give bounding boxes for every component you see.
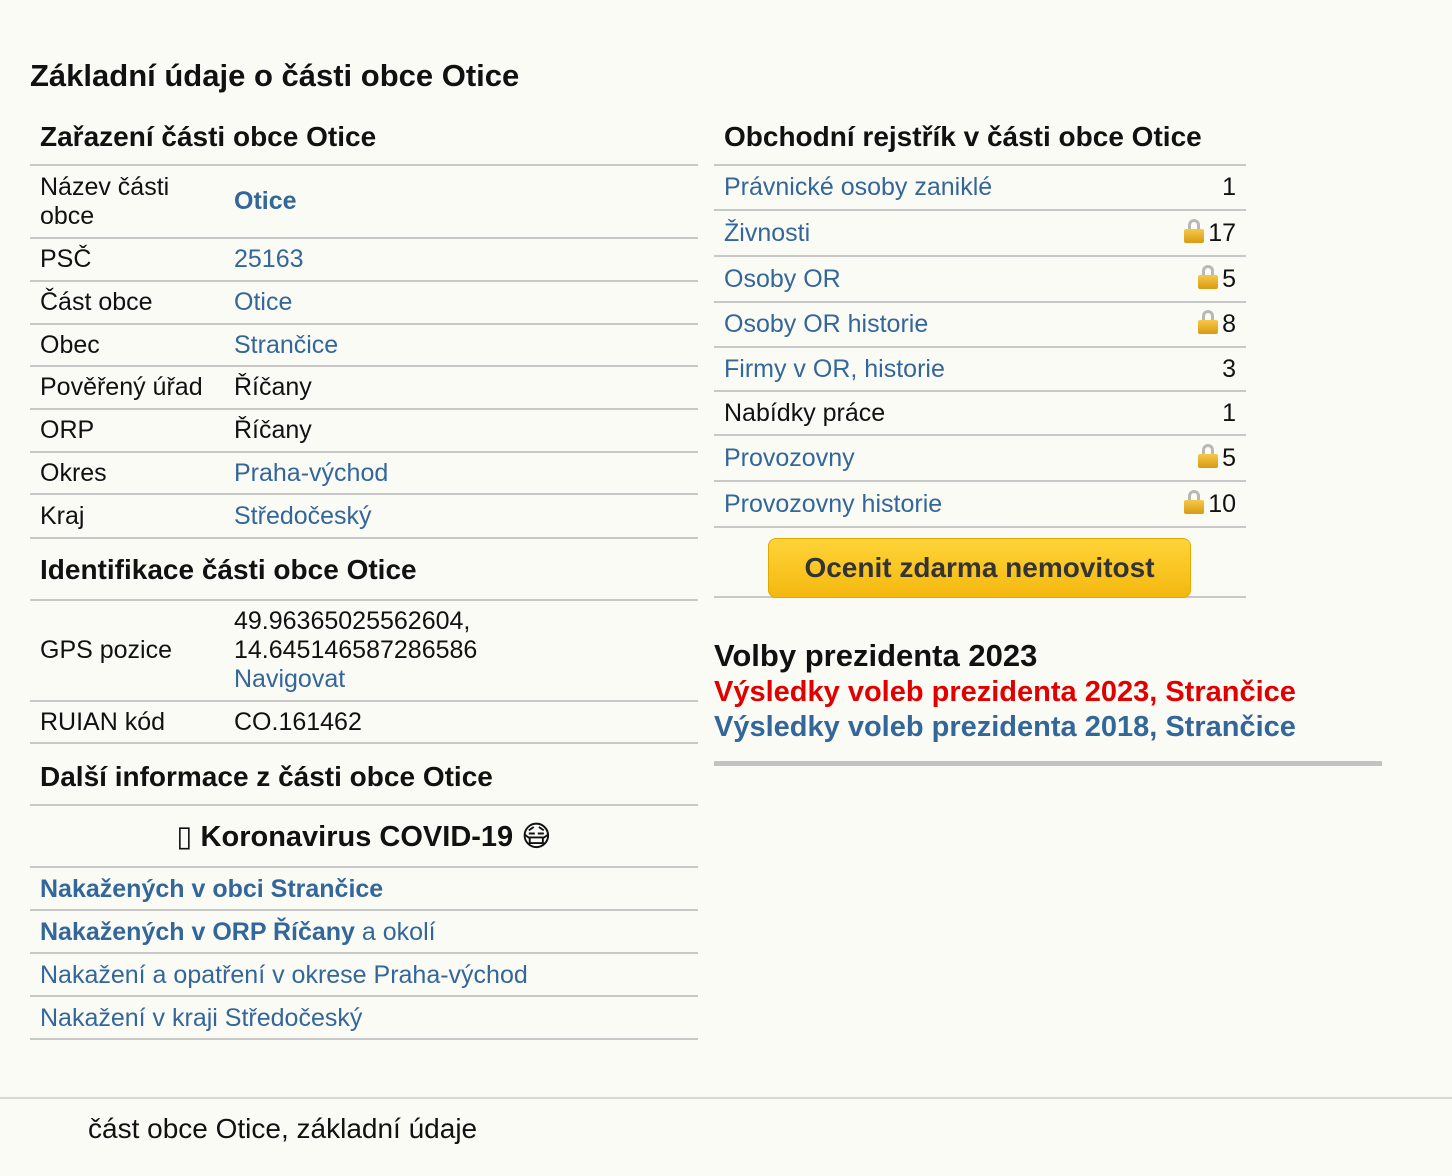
row-key: Okres [30,452,224,495]
covid-heading: ▯ Koronavirus COVID-19 😷 [30,806,698,868]
row-key: Kraj [30,494,224,539]
button-container: Ocenit zdarma nemovitost [714,528,1246,598]
table-row: Osoby OR historie 8 [714,302,1246,348]
table-row: Okres Praha-východ [30,452,698,495]
table-row: RUIAN kód CO.161462 [30,701,698,744]
table-row: Obec Strančice [30,324,698,367]
row-key: Část obce [30,281,224,325]
row-count: 3 [1139,347,1246,392]
left-column: Zařazení části obce Otice Název části ob… [30,110,698,1040]
rejstrik-heading: Obchodní rejstřík v části obce Otice [714,110,1246,166]
volby-2018-link[interactable]: Výsledky voleb prezidenta 2018, Strančic… [714,710,1382,744]
row-key: Obec [30,324,224,367]
identifikace-heading: Identifikace části obce Otice [30,539,698,601]
list-item: Nakažení v kraji Středočeský [30,997,698,1040]
gps-lon: 14.645146587286586 [234,636,478,664]
osoby-or-historie-link[interactable]: Osoby OR historie [724,310,928,338]
gps-lat: 49.96365025562604, [234,607,471,635]
rejstrik-table: Právnické osoby zaniklé 1 Živnosti 17 Os… [714,166,1246,528]
nazev-casti-link[interactable]: Otice [234,187,297,215]
identifikace-table: GPS pozice 49.96365025562604, 14.6451465… [30,601,698,744]
lock-icon [1184,489,1205,514]
kraj-link[interactable]: Středočeský [234,502,372,530]
covid-obec-link[interactable]: Nakažených v obci Strančice [40,875,383,903]
lock-icon [1198,264,1219,289]
page-title: Základní údaje o části obce Otice [30,58,520,93]
mask-face-icon: 😷 [521,821,552,853]
footer-divider [0,1097,1452,1099]
covid-okres-link[interactable]: Nakažení a opatření v okrese Praha-výcho… [40,961,528,989]
table-row: Provozovny 5 [714,435,1246,482]
provozovny-historie-link[interactable]: Provozovny historie [724,490,942,518]
section-divider [714,761,1382,766]
navigovat-link[interactable]: Navigovat [234,665,345,693]
zarazeni-table: Název části obce Otice PSČ 25163 Část ob… [30,166,698,539]
table-row: GPS pozice 49.96365025562604, 14.6451465… [30,601,698,702]
zivnosti-link[interactable]: Živnosti [724,219,810,247]
list-item: Nakažených v obci Strančice [30,868,698,911]
pravnicke-osoby-link[interactable]: Právnické osoby zaniklé [724,173,992,201]
table-row: Pověřený úřad Říčany [30,366,698,410]
row-value: Říčany [224,409,698,453]
footer-text: část obce Otice, základní údaje [88,1113,478,1144]
osoby-or-link[interactable]: Osoby OR [724,265,841,293]
nabidky-prace-label: Nabídky práce [714,391,1140,436]
right-column: Obchodní rejstřík v části obce Otice Prá… [714,110,1382,766]
table-row: Název části obce Otice [30,166,698,239]
row-count: 1 [1139,166,1246,211]
row-key: ORP [30,409,224,453]
list-item: Nakažení a opatření v okrese Praha-výcho… [30,954,698,997]
table-row: ORP Říčany [30,409,698,453]
row-count: 10 [1208,489,1236,518]
table-row: Provozovny historie 10 [714,481,1246,528]
row-count: 5 [1222,443,1236,472]
row-count: 1 [1139,391,1246,436]
table-row: Právnické osoby zaniklé 1 [714,166,1246,211]
volby-2023-link[interactable]: Výsledky voleb prezidenta 2023, Strančic… [714,674,1382,710]
row-count: 5 [1222,264,1236,293]
table-row: PSČ 25163 [30,238,698,282]
okres-link[interactable]: Praha-východ [234,459,388,487]
firmy-or-historie-link[interactable]: Firmy v OR, historie [724,355,945,383]
row-count: 17 [1208,218,1236,247]
row-key: PSČ [30,238,224,282]
covid-title: Koronavirus COVID-19 [200,821,514,853]
cast-obce-link[interactable]: Otice [234,288,292,316]
table-row: Část obce Otice [30,281,698,325]
list-item: Nakažených v ORP Říčany a okolí [30,911,698,954]
row-key: RUIAN kód [30,701,224,744]
lock-icon [1184,218,1205,243]
obec-link[interactable]: Strančice [234,331,338,359]
covid-okoli-link[interactable]: a okolí [355,918,436,946]
volby-heading: Volby prezidenta 2023 [714,638,1038,673]
row-count: 8 [1222,310,1236,338]
row-key: Název části obce [30,166,224,239]
table-row: Osoby OR 5 [714,256,1246,303]
zarazeni-heading: Zařazení části obce Otice [30,110,698,166]
box-glyph-icon: ▯ [176,821,193,853]
table-row: Živnosti 17 [714,210,1246,257]
table-row: Firmy v OR, historie 3 [714,347,1246,392]
table-row: Kraj Středočeský [30,494,698,539]
psc-link[interactable]: 25163 [234,245,304,273]
ruian-value: CO.161462 [224,701,698,744]
row-value: Říčany [224,366,698,410]
ocenit-nemovitost-button[interactable]: Ocenit zdarma nemovitost [768,538,1191,598]
provozovny-link[interactable]: Provozovny [724,444,855,472]
covid-orp-link[interactable]: Nakažených v ORP Říčany [40,918,355,946]
table-row: Nabídky práce 1 [714,391,1246,436]
covid-kraj-link[interactable]: Nakažení v kraji Středočeský [40,1004,362,1032]
row-key: GPS pozice [30,601,224,702]
lock-icon [1198,443,1219,468]
lock-icon [1198,310,1219,334]
row-key: Pověřený úřad [30,366,224,410]
dalsi-heading: Další informace z části obce Otice [30,744,698,806]
